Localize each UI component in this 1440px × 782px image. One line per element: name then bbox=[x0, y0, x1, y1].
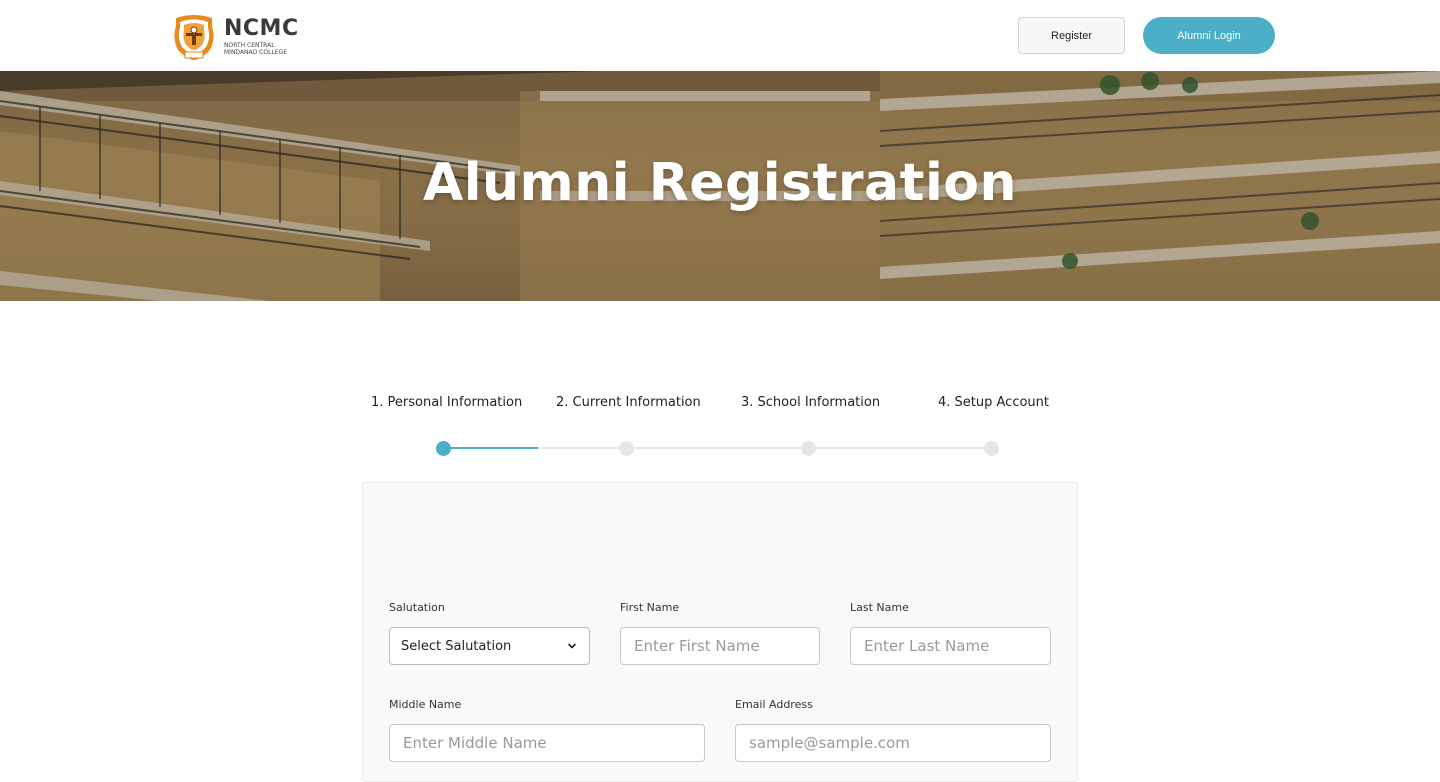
step-dot-setup-account[interactable] bbox=[984, 441, 999, 456]
page-title: Alumni Registration bbox=[422, 153, 1018, 213]
alumni-login-button[interactable]: Alumni Login bbox=[1143, 17, 1275, 54]
college-seal-icon bbox=[170, 14, 218, 60]
logo-full-name: NORTH CENTRAL MINDANAO COLLEGE bbox=[224, 42, 287, 56]
step-dot-current-information[interactable] bbox=[619, 441, 634, 456]
hero-banner: Alumni Registration bbox=[0, 71, 1440, 301]
step-progress-bar bbox=[443, 447, 538, 449]
salutation-value: Select Salutation bbox=[401, 638, 512, 654]
logo-abbreviation: NCMC bbox=[224, 16, 299, 41]
registration-stepper: 1. Personal Information 2. Current Infor… bbox=[352, 392, 1084, 462]
step-label-personal-information[interactable]: 1. Personal Information bbox=[371, 395, 522, 410]
first-name-input[interactable] bbox=[620, 627, 820, 665]
step-label-school-information[interactable]: 3. School Information bbox=[741, 395, 880, 410]
salutation-label: Salutation bbox=[389, 601, 445, 614]
step-dot-school-information[interactable] bbox=[801, 441, 816, 456]
register-button[interactable]: Register bbox=[1018, 17, 1125, 54]
chevron-down-icon bbox=[568, 643, 576, 649]
middle-name-input[interactable] bbox=[389, 724, 705, 762]
ncmc-logo[interactable]: NCMC NORTH CENTRAL MINDANAO COLLEGE bbox=[170, 14, 304, 60]
salutation-select[interactable]: Select Salutation bbox=[389, 627, 590, 665]
last-name-input[interactable] bbox=[850, 627, 1051, 665]
top-navbar: NCMC NORTH CENTRAL MINDANAO COLLEGE Regi… bbox=[0, 0, 1440, 71]
step-label-setup-account[interactable]: 4. Setup Account bbox=[938, 395, 1049, 410]
personal-information-form: Salutation Select Salutation First Name … bbox=[362, 482, 1078, 782]
middle-name-label: Middle Name bbox=[389, 698, 462, 711]
logo-wordmark: NCMC NORTH CENTRAL MINDANAO COLLEGE bbox=[224, 16, 304, 57]
first-name-label: First Name bbox=[620, 601, 680, 614]
step-dot-personal-information[interactable] bbox=[436, 441, 451, 456]
last-name-label: Last Name bbox=[850, 601, 909, 614]
email-input[interactable] bbox=[735, 724, 1051, 762]
email-address-label: Email Address bbox=[735, 698, 813, 711]
step-label-current-information[interactable]: 2. Current Information bbox=[556, 395, 701, 410]
